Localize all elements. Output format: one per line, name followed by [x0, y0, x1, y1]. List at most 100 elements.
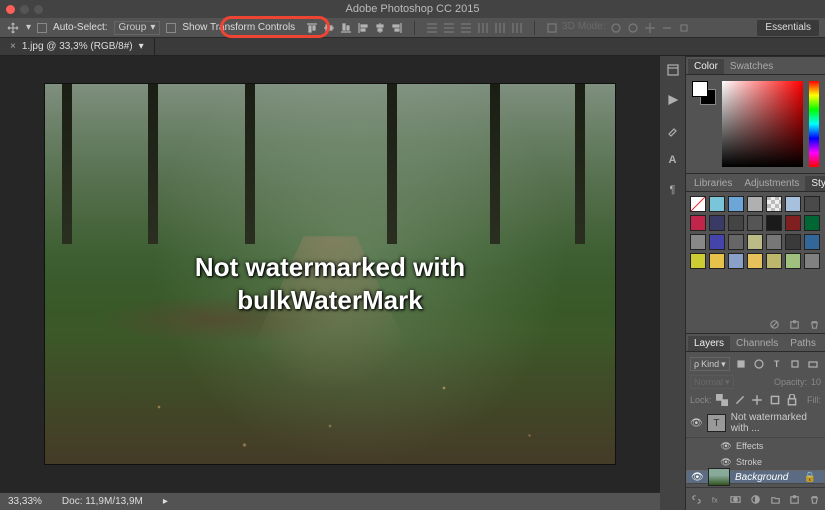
style-swatch[interactable] [709, 234, 725, 250]
style-swatch[interactable] [804, 196, 820, 212]
layer-name[interactable]: Not watermarked with ... [731, 412, 821, 434]
roll-3d-icon[interactable] [626, 21, 640, 35]
history-panel-icon[interactable] [664, 62, 682, 78]
style-swatch[interactable] [728, 215, 744, 231]
style-swatch[interactable] [766, 234, 782, 250]
scale-3d-icon[interactable] [677, 21, 691, 35]
clear-style-icon[interactable] [767, 317, 781, 331]
document-canvas[interactable]: Not watermarked with bulkWaterMark [45, 84, 615, 464]
paragraph-panel-icon[interactable]: ¶ [664, 182, 682, 198]
visibility-toggle-icon[interactable]: 👁 [690, 418, 702, 429]
tab-layers[interactable]: Layers [688, 336, 730, 351]
new-layer-icon[interactable] [788, 492, 802, 506]
tab-swatches[interactable]: Swatches [724, 59, 779, 74]
distribute-vcenter-icon[interactable] [442, 21, 456, 35]
tab-channels[interactable]: Channels [730, 336, 784, 351]
filter-pixel-icon[interactable] [734, 357, 748, 371]
close-tab-icon[interactable]: × [10, 41, 16, 52]
style-swatch[interactable] [728, 253, 744, 269]
show-transform-checkbox[interactable] [166, 23, 176, 33]
tab-dropdown-icon[interactable]: ▾ [139, 41, 144, 52]
filter-type-icon[interactable]: T [770, 357, 784, 371]
style-swatch[interactable] [766, 253, 782, 269]
tab-color[interactable]: Color [688, 59, 724, 74]
filter-adjust-icon[interactable] [752, 357, 766, 371]
character-panel-icon[interactable]: A [664, 152, 682, 168]
tab-adjustments[interactable]: Adjustments [738, 176, 805, 191]
lock-all-icon[interactable] [786, 393, 800, 407]
style-swatch[interactable] [709, 253, 725, 269]
style-swatch[interactable] [785, 234, 801, 250]
distribute-bottom-icon[interactable] [459, 21, 473, 35]
slide-3d-icon[interactable] [660, 21, 674, 35]
lock-pixels-icon[interactable] [733, 393, 747, 407]
style-swatch[interactable] [766, 196, 782, 212]
doc-size[interactable]: Doc: 11,9M/13,9M [62, 496, 143, 507]
group-layers-icon[interactable] [768, 492, 782, 506]
style-swatch[interactable] [785, 196, 801, 212]
foreground-color-swatch[interactable] [692, 81, 708, 97]
distribute-top-icon[interactable] [425, 21, 439, 35]
delete-layer-icon[interactable] [807, 492, 821, 506]
layer-stroke-row[interactable]: 👁 Stroke [686, 454, 825, 470]
style-swatch[interactable] [747, 234, 763, 250]
auto-select-checkbox[interactable] [37, 23, 47, 33]
adjustment-layer-icon[interactable] [749, 492, 763, 506]
style-swatch[interactable] [690, 196, 706, 212]
close-window-icon[interactable] [6, 5, 15, 14]
maximize-window-icon[interactable] [34, 5, 43, 14]
style-swatch[interactable] [690, 234, 706, 250]
style-swatch[interactable] [804, 234, 820, 250]
style-swatch[interactable] [747, 215, 763, 231]
style-swatch[interactable] [728, 234, 744, 250]
style-swatch[interactable] [709, 196, 725, 212]
tab-libraries[interactable]: Libraries [688, 176, 738, 191]
layer-text-row[interactable]: 👁 T Not watermarked with ... [686, 409, 825, 438]
auto-select-type-dropdown[interactable]: Group▾ [114, 21, 161, 35]
workspace-switcher[interactable]: Essentials [757, 20, 819, 36]
distribute-left-icon[interactable] [476, 21, 490, 35]
align-left-icon[interactable] [356, 21, 370, 35]
layer-background-row[interactable]: 👁 Background 🔒 [686, 470, 825, 484]
style-swatch[interactable] [728, 196, 744, 212]
filter-kind-dropdown[interactable]: ρ Kind ▾ [690, 357, 730, 371]
style-swatch[interactable] [804, 253, 820, 269]
actions-panel-icon[interactable] [664, 92, 682, 108]
delete-style-icon[interactable] [807, 317, 821, 331]
layer-effects-row[interactable]: 👁 Effects [686, 438, 825, 454]
link-layers-icon[interactable] [690, 492, 704, 506]
window-controls[interactable] [6, 5, 43, 14]
filter-smart-icon[interactable] [806, 357, 820, 371]
align-hcenter-icon[interactable] [373, 21, 387, 35]
style-swatch[interactable] [709, 215, 725, 231]
align-top-icon[interactable] [305, 21, 319, 35]
align-right-icon[interactable] [390, 21, 404, 35]
hue-slider[interactable] [809, 81, 819, 167]
align-vcenter-icon[interactable] [322, 21, 336, 35]
tool-dropdown-icon[interactable]: ▾ [26, 22, 31, 33]
visibility-toggle-icon[interactable]: 👁 [720, 457, 732, 468]
layer-style-icon[interactable]: fx [710, 492, 724, 506]
color-spectrum[interactable] [722, 81, 803, 167]
layer-mask-icon[interactable] [729, 492, 743, 506]
opacity-value[interactable]: 10 [811, 377, 821, 387]
style-swatch[interactable] [766, 215, 782, 231]
lock-icon[interactable]: 🔒 [804, 472, 820, 483]
style-swatch[interactable] [747, 196, 763, 212]
tab-paths[interactable]: Paths [784, 336, 822, 351]
style-swatch[interactable] [785, 253, 801, 269]
visibility-toggle-icon[interactable]: 👁 [720, 441, 732, 452]
document-tab[interactable]: × 1.jpg @ 33,3% (RGB/8#) ▾ [0, 38, 155, 56]
move-tool-icon[interactable] [6, 21, 20, 35]
canvas-area[interactable]: Not watermarked with bulkWaterMark [0, 56, 660, 492]
align-bottom-icon[interactable] [339, 21, 353, 35]
minimize-window-icon[interactable] [20, 5, 29, 14]
lock-position-icon[interactable] [751, 393, 765, 407]
new-style-icon[interactable] [787, 317, 801, 331]
brush-panel-icon[interactable] [664, 122, 682, 138]
distribute-hcenter-icon[interactable] [493, 21, 507, 35]
style-swatch[interactable] [690, 215, 706, 231]
distribute-right-icon[interactable] [510, 21, 524, 35]
fg-bg-color[interactable] [692, 81, 716, 105]
orbit-3d-icon[interactable] [609, 21, 623, 35]
